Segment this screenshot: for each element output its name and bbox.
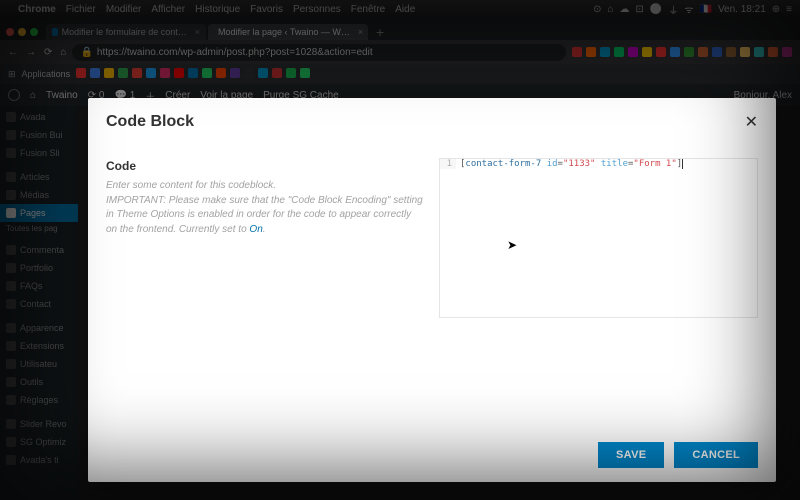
save-button[interactable]: SAVE <box>598 442 664 468</box>
code-block-modal: Code Block ✕ Code Enter some content for… <box>88 98 776 482</box>
code-section-heading: Code <box>106 158 425 175</box>
modal-title: Code Block <box>106 113 194 131</box>
code-desc-line: Enter some content for this codeblock. <box>106 180 276 191</box>
code-encoding-link[interactable]: On <box>249 224 262 235</box>
line-number: 1 <box>440 159 456 169</box>
cancel-button[interactable]: CANCEL <box>674 442 758 468</box>
code-content[interactable]: [contact-form-7 id="1133" title="Form 1"… <box>456 159 683 169</box>
close-modal-button[interactable]: ✕ <box>745 112 758 132</box>
code-editor[interactable]: 1 [contact-form-7 id="1133" title="Form … <box>439 158 758 318</box>
code-info-panel: Code Enter some content for this codeblo… <box>106 158 425 432</box>
